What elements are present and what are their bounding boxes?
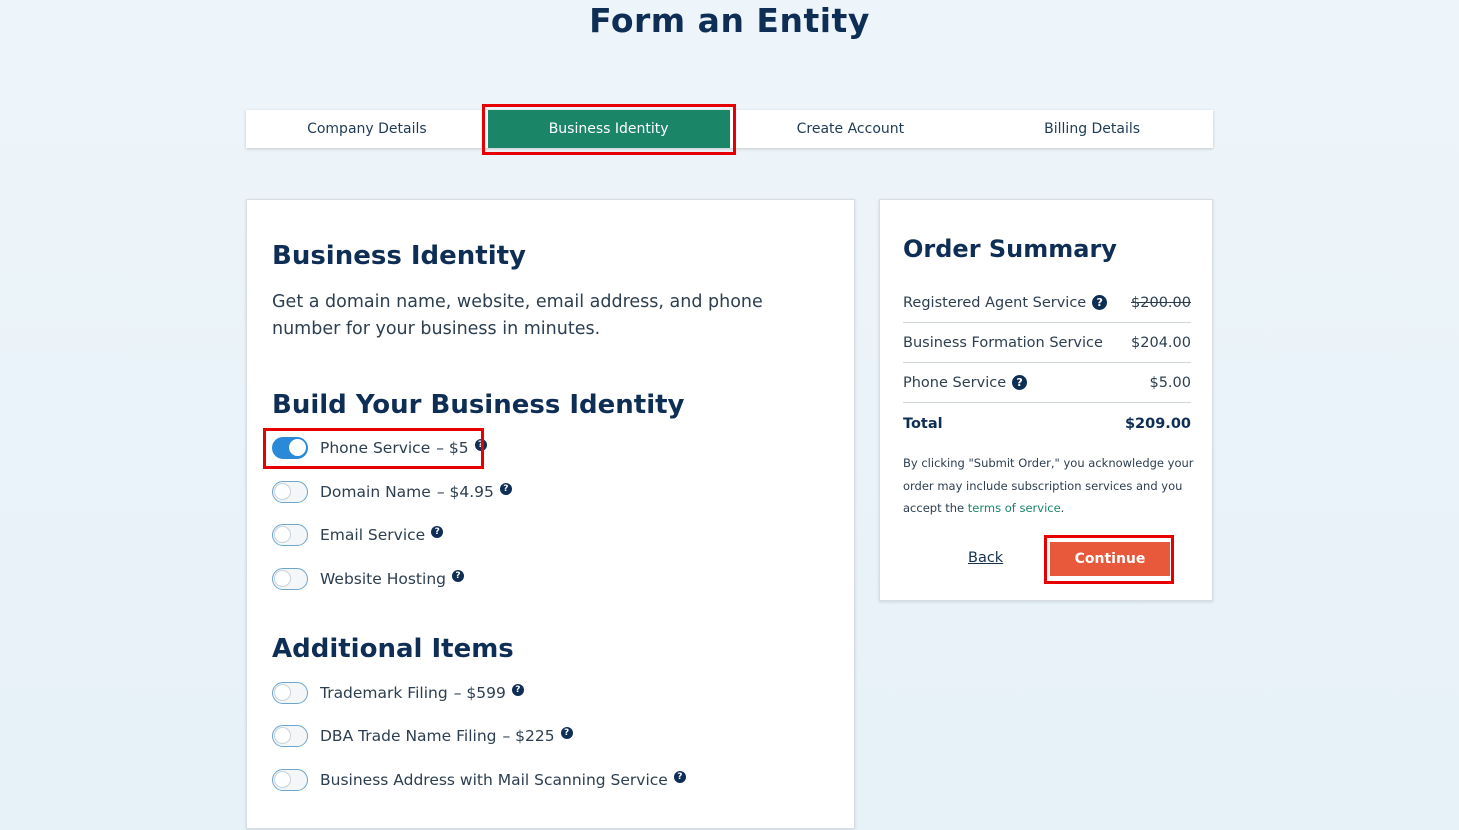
legal-text: By clicking "Submit Order," you acknowle… [903,452,1195,520]
question-circle-icon[interactable]: ? [560,727,573,739]
option-label: DBA Trade Name Filing [320,727,497,745]
section-heading: Business Identity [272,241,527,271]
toggle-knob [274,727,291,744]
summary-row-label: Registered Agent Service [903,294,1087,311]
step-billing-details[interactable]: Billing Details [971,110,1213,148]
website-hosting-toggle[interactable] [272,568,308,590]
option-phone-service: Phone Service – $5 ? [272,436,487,460]
option-price: – $4.95 [436,483,494,501]
business-address-toggle[interactable] [272,769,308,791]
order-summary-card: Order Summary Registered Agent Service ?… [879,199,1213,601]
option-label: Trademark Filing [320,684,448,702]
option-dba-filing: DBA Trade Name Filing – $225 ? [272,724,573,748]
option-label: Phone Service [320,439,431,457]
trademark-filing-toggle[interactable] [272,682,308,704]
question-circle-icon[interactable]: ? [474,439,487,451]
back-link[interactable]: Back [968,550,1003,566]
summary-row-business-formation: Business Formation Service $204.00 [903,323,1191,363]
option-label: Email Service [320,526,426,544]
option-price: – $599 [453,684,506,702]
question-circle-icon[interactable]: ? [499,483,512,495]
summary-row-value: $204.00 [1131,334,1191,351]
option-label: Business Address with Mail Scanning Serv… [320,771,668,789]
domain-name-toggle[interactable] [272,481,308,503]
total-label: Total [903,416,943,432]
step-create-account[interactable]: Create Account [730,110,972,148]
terms-of-service-link[interactable]: terms of service [968,501,1061,515]
summary-row-label-group: Registered Agent Service ? [903,294,1108,311]
option-trademark-filing: Trademark Filing – $599 ? [272,681,524,705]
question-circle-icon[interactable]: ? [1012,375,1028,390]
toggle-knob [289,439,306,456]
option-email-service: Email Service ? [272,523,444,547]
total-value: $209.00 [1124,416,1191,432]
additional-items-heading: Additional Items [272,634,514,664]
toggle-knob [274,570,291,587]
page-title: Form an Entity [589,1,870,40]
legal-suffix: . [1060,501,1065,515]
option-website-hosting: Website Hosting ? [272,567,464,591]
toggle-knob [274,483,291,500]
summary-row-label: Phone Service [903,374,1007,391]
continue-button[interactable]: Continue [1050,542,1170,576]
email-service-toggle[interactable] [272,524,308,546]
step-company-details[interactable]: Company Details [246,110,488,148]
business-identity-card: Business Identity Get a domain name, web… [246,199,855,829]
build-identity-heading: Build Your Business Identity [272,390,685,420]
summary-row-label-group: Phone Service ? [903,374,1028,391]
step-nav: Company Details Business Identity Create… [246,110,1213,148]
question-circle-icon[interactable]: ? [511,684,524,696]
option-price: – $5 [436,439,469,457]
option-label: Website Hosting [320,570,446,588]
summary-row-value: $5.00 [1149,374,1191,391]
toggle-knob [274,771,291,788]
question-circle-icon[interactable]: ? [451,570,464,582]
option-price: – $225 [502,727,555,745]
toggle-knob [274,684,291,701]
summary-row-total: Total $209.00 [903,404,1191,444]
question-circle-icon[interactable]: ? [1092,295,1108,310]
option-domain-name: Domain Name – $4.95 ? [272,480,512,504]
phone-service-toggle[interactable] [272,437,308,459]
summary-row-phone-service: Phone Service ? $5.00 [903,363,1191,403]
summary-row-registered-agent: Registered Agent Service ? $200.00 [903,283,1191,323]
toggle-knob [274,526,291,543]
step-business-identity[interactable]: Business Identity [487,110,730,148]
question-circle-icon[interactable]: ? [673,771,686,783]
question-circle-icon[interactable]: ? [431,526,444,538]
order-summary-title: Order Summary [903,235,1117,263]
option-label: Domain Name [320,483,431,501]
summary-row-value: $200.00 [1131,294,1191,311]
dba-filing-toggle[interactable] [272,725,308,747]
summary-row-label: Business Formation Service [903,334,1103,351]
option-business-address: Business Address with Mail Scanning Serv… [272,768,686,792]
intro-text: Get a domain name, website, email addres… [272,292,763,339]
